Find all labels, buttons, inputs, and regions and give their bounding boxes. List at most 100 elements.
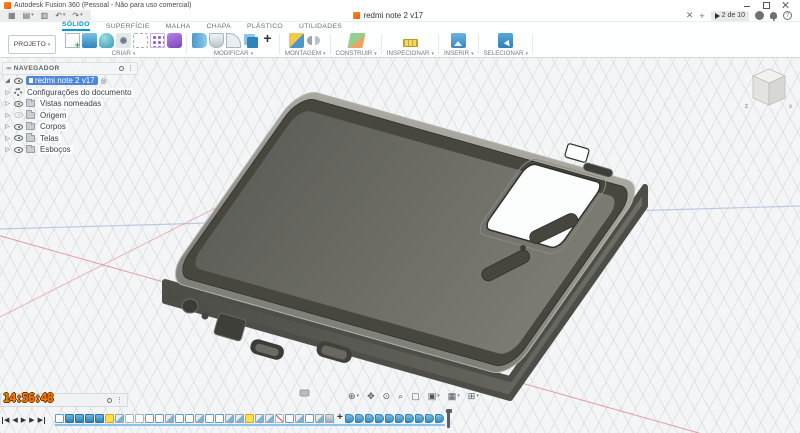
origin-marker[interactable] bbox=[299, 389, 310, 397]
timeline-feature-fillet-blue[interactable] bbox=[405, 414, 415, 423]
tab-superficie[interactable]: SUPERFÍCIE bbox=[106, 23, 150, 31]
tool-hole[interactable] bbox=[116, 33, 131, 48]
tool-new-component[interactable] bbox=[289, 33, 305, 48]
browser-item-named-views[interactable]: ▷ Vistas nomeadas bbox=[2, 98, 138, 110]
tool-construction-plane[interactable] bbox=[347, 33, 366, 48]
timeline-playhead[interactable] bbox=[445, 409, 452, 428]
group-label-inserir[interactable]: INSERIR ▾ bbox=[444, 50, 474, 57]
tab-solido[interactable]: SÓLIDO bbox=[62, 21, 90, 31]
tab-utilidades[interactable]: UTILIDADES bbox=[299, 23, 342, 31]
view-cube[interactable]: z x bbox=[740, 60, 798, 118]
timeline-feature-fillet-blue[interactable] bbox=[425, 414, 435, 423]
timeline-feature-fillet[interactable] bbox=[195, 414, 205, 423]
grid-settings-icon[interactable]: ▦ ▾ bbox=[448, 392, 460, 401]
tool-joint[interactable] bbox=[306, 33, 322, 48]
expander-icon[interactable]: ▷ bbox=[4, 89, 11, 96]
timeline-feature-fillet-blue[interactable] bbox=[375, 414, 385, 423]
visibility-eye-icon[interactable] bbox=[14, 112, 23, 119]
display-filter-icon[interactable] bbox=[119, 66, 124, 71]
timeline-feature-doc[interactable] bbox=[125, 414, 135, 423]
root-component-selected[interactable]: redmi note 2 v17 bbox=[26, 76, 98, 86]
look-at-icon[interactable]: ⊙ bbox=[383, 392, 391, 401]
timeline-feature-fillet[interactable] bbox=[315, 414, 325, 423]
display-settings-icon[interactable]: ▣ ▾ bbox=[428, 392, 440, 401]
visibility-eye-icon[interactable] bbox=[14, 77, 23, 84]
maximize-icon[interactable] bbox=[762, 1, 771, 9]
timeline-feature-extrude[interactable] bbox=[85, 414, 95, 423]
tool-create-sketch[interactable] bbox=[65, 33, 80, 50]
expander-icon[interactable]: ▷ bbox=[4, 123, 11, 130]
browser-item-bodies[interactable]: ▷ Corpos bbox=[2, 121, 138, 133]
timeline-feature-doc[interactable] bbox=[135, 414, 145, 423]
expander-icon[interactable]: ◢ bbox=[4, 77, 11, 84]
timeline-feature-fillet[interactable] bbox=[165, 414, 175, 423]
timeline-feature-move[interactable] bbox=[335, 412, 344, 423]
timeline-feature-sketch-active[interactable] bbox=[245, 414, 255, 423]
browser-root-row[interactable]: ◢ redmi note 2 v17 ◎ bbox=[2, 75, 138, 87]
tool-insert-image[interactable] bbox=[451, 33, 467, 48]
group-label-montagem[interactable]: MONTAGEM ▾ bbox=[285, 50, 326, 57]
tool-measure[interactable] bbox=[402, 38, 418, 47]
tool-extrude[interactable] bbox=[82, 33, 97, 48]
avatar[interactable] bbox=[755, 11, 764, 20]
timeline-feature-fillet[interactable] bbox=[235, 414, 245, 423]
close-icon[interactable] bbox=[781, 1, 790, 9]
timeline-feature-fillet-blue[interactable] bbox=[415, 414, 425, 423]
close-tab-icon[interactable]: ✕ bbox=[686, 10, 694, 21]
save-icon[interactable]: ▥ bbox=[41, 11, 49, 20]
browser-item-canvases[interactable]: ▷ Telas bbox=[2, 133, 138, 145]
timeline-feature-fillet[interactable] bbox=[225, 414, 235, 423]
visibility-eye-icon[interactable] bbox=[14, 123, 23, 130]
fit-view-icon[interactable]: ▢ bbox=[411, 392, 420, 401]
timeline-feature-sketch[interactable] bbox=[175, 414, 185, 423]
tool-revolve[interactable] bbox=[99, 33, 114, 48]
timeline-feature-fillet[interactable] bbox=[265, 414, 275, 423]
group-label-construir[interactable]: CONSTRUIR ▾ bbox=[336, 50, 377, 57]
tool-move[interactable] bbox=[260, 30, 275, 48]
timeline-skip-start-icon[interactable]: ◀ bbox=[2, 416, 9, 424]
visibility-eye-icon[interactable] bbox=[14, 146, 23, 153]
tool-shell[interactable] bbox=[209, 33, 224, 48]
timeline-feature-sketch-active[interactable] bbox=[105, 414, 115, 423]
group-label-criar[interactable]: CRIAR ▾ bbox=[112, 50, 136, 57]
document-tab[interactable]: redmi note 2 v17 bbox=[353, 11, 423, 20]
timeline-feature-sketch[interactable] bbox=[205, 414, 215, 423]
timeline-feature-sketch[interactable] bbox=[145, 414, 155, 423]
timeline-feature-fillet[interactable] bbox=[295, 414, 305, 423]
redo-icon[interactable]: ↷ ▾ bbox=[72, 11, 82, 20]
tool-pattern[interactable] bbox=[150, 33, 165, 48]
timeline-feature-fillet-blue[interactable] bbox=[345, 414, 355, 423]
minimize-icon[interactable] bbox=[743, 1, 752, 9]
kebab-menu-icon[interactable]: ⋮ bbox=[116, 397, 123, 404]
comments-icon[interactable] bbox=[107, 397, 112, 403]
tool-spline[interactable] bbox=[133, 33, 148, 48]
timeline-feature-chamfer[interactable] bbox=[325, 414, 335, 423]
timeline-feature-extrude[interactable] bbox=[95, 414, 105, 423]
timeline-feature-fillet-blue[interactable] bbox=[435, 414, 445, 423]
tool-fillet[interactable] bbox=[226, 33, 241, 48]
timeline-feature-extrude[interactable] bbox=[75, 414, 85, 423]
tool-press-pull[interactable] bbox=[192, 33, 207, 48]
expander-icon[interactable]: ▷ bbox=[4, 100, 11, 107]
timeline-step-forward-icon[interactable]: ▶ bbox=[29, 417, 34, 424]
timeline-skip-end-icon[interactable]: ▶ bbox=[38, 416, 45, 424]
tab-chapa[interactable]: CHAPA bbox=[207, 23, 231, 31]
timeline-feature-extrude[interactable] bbox=[65, 414, 75, 423]
timeline-play-icon[interactable]: ▶ bbox=[21, 417, 26, 424]
group-label-inspecionar[interactable]: INSPECIONAR ▾ bbox=[387, 50, 434, 57]
timeline-step-back-icon[interactable]: ◀ bbox=[12, 417, 17, 424]
timeline-feature-fillet-blue[interactable] bbox=[355, 414, 365, 423]
timeline-feature-sketch[interactable] bbox=[305, 414, 315, 423]
notifications-icon[interactable] bbox=[770, 12, 777, 21]
timeline-feature-sketch[interactable] bbox=[55, 414, 65, 423]
timeline-feature-sketch[interactable] bbox=[215, 414, 225, 423]
timeline-feature-sketch[interactable] bbox=[155, 414, 165, 423]
timeline-feature-fillet-blue[interactable] bbox=[365, 414, 375, 423]
help-icon[interactable]: ? bbox=[783, 11, 792, 20]
timeline-feature-fillet-blue[interactable] bbox=[395, 414, 405, 423]
timeline-feature-fillet[interactable] bbox=[115, 414, 125, 423]
file-menu-icon[interactable]: ▤ ▾ bbox=[23, 11, 34, 20]
viewports-icon[interactable]: ⊞ ▾ bbox=[468, 392, 479, 401]
timeline-feature-split[interactable] bbox=[275, 414, 285, 423]
phone-case-model[interactable] bbox=[162, 88, 648, 401]
